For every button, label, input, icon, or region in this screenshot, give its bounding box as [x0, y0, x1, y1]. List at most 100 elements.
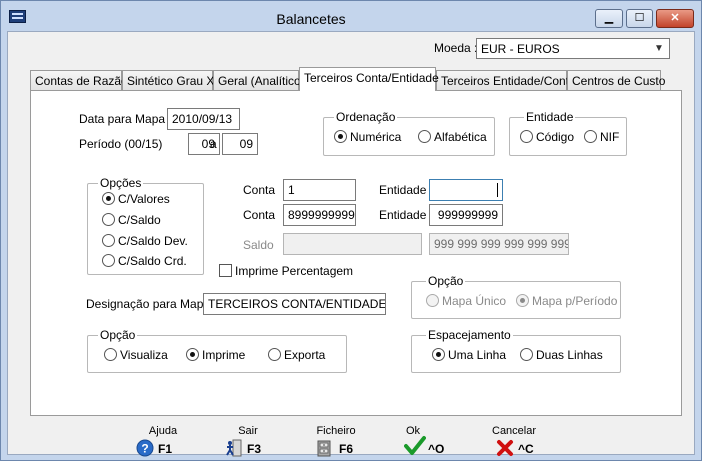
sair-key: F3 — [247, 442, 262, 456]
tab-label: Sintético Grau X — [127, 74, 215, 88]
tab-label: Geral (Analítico) — [218, 74, 305, 88]
mapa-unico-radio[interactable]: Mapa Único — [426, 294, 506, 309]
ordenacao-group: Ordenação Numérica Alfabética — [323, 110, 495, 156]
periodo-separator: a — [210, 137, 217, 151]
ok-button[interactable]: Ok ^O — [386, 425, 446, 459]
radio-dot — [334, 130, 347, 143]
tab-terceiros-entidade-conta[interactable]: Terceiros Entidade/Conta — [436, 70, 576, 90]
chevron-down-icon: ▼ — [654, 43, 664, 54]
ordenacao-numerica-radio[interactable]: Numérica — [334, 130, 401, 145]
ok-key: ^O — [428, 442, 445, 456]
opcao-mapa-group: Opção Mapa Único Mapa p/Período — [411, 274, 621, 319]
radio-label: Mapa p/Período — [532, 294, 618, 308]
saldo-amount-input[interactable]: 999 999 999 999 999 999 — [429, 233, 569, 255]
sair-caption: Sair — [238, 425, 258, 437]
close-button[interactable]: ✕ — [656, 9, 694, 28]
checkmark-icon — [404, 436, 426, 455]
maximize-button[interactable]: ☐ — [626, 9, 653, 28]
periodo-label: Período (00/15) — [79, 137, 163, 151]
data-mapa-label: Data para Mapa — [79, 112, 166, 126]
help-icon: ? — [136, 439, 154, 457]
imprime-radio[interactable]: Imprime — [186, 348, 245, 363]
opcoes-c-saldo-dev-radio[interactable]: C/Saldo Dev. — [102, 234, 188, 249]
tab-label: Terceiros Entidade/Conta — [441, 74, 576, 88]
data-mapa-input[interactable]: 2010/09/13 — [167, 108, 240, 130]
radio-dot — [104, 348, 117, 361]
saldo-input[interactable] — [283, 233, 422, 255]
title-bar[interactable]: Balancetes ▁ ☐ ✕ — [1, 1, 701, 31]
opcoes-title: Opções — [98, 176, 144, 190]
tab-contas-razao[interactable]: Contas de Razão — [30, 70, 128, 90]
radio-label: Alfabética — [434, 130, 487, 144]
ajuda-key: F1 — [158, 442, 173, 456]
conta-to-input[interactable]: 8999999999 — [283, 204, 356, 226]
entidade-nif-radio[interactable]: NIF — [584, 130, 619, 145]
ficheiro-caption: Ficheiro — [316, 425, 356, 437]
cross-icon — [497, 440, 513, 456]
moeda-label: Moeda : — [434, 41, 478, 55]
radio-label: Imprime — [202, 348, 246, 362]
window-title: Balancetes — [276, 11, 346, 27]
client-area: Moeda : EUR - EUROS ▼ Contas de Razão Si… — [7, 31, 695, 457]
opcoes-c-saldo-crd-radio[interactable]: C/Saldo Crd. — [102, 254, 187, 269]
conta-to-label: Conta — [243, 208, 276, 222]
checkbox-label: Imprime Percentagem — [235, 264, 354, 278]
duas-linhas-radio[interactable]: Duas Linhas — [520, 348, 603, 363]
tab-sintetico-grau-x[interactable]: Sintético Grau X — [122, 70, 215, 90]
minimize-icon: ▁ — [604, 12, 614, 24]
tab-geral-analitico[interactable]: Geral (Analítico) — [213, 70, 305, 90]
cancelar-button[interactable]: Cancelar ^C — [486, 425, 556, 459]
radio-dot — [186, 348, 199, 361]
ordenacao-alfabetica-radio[interactable]: Alfabética — [418, 130, 487, 145]
radio-label: C/Saldo Dev. — [118, 234, 188, 248]
cancelar-caption: Cancelar — [492, 425, 537, 437]
moeda-value: EUR - EUROS — [481, 42, 560, 56]
exit-icon — [226, 439, 242, 457]
ficheiro-key: F6 — [339, 442, 354, 456]
moeda-select[interactable]: EUR - EUROS ▼ — [476, 38, 670, 59]
close-icon: ✕ — [670, 12, 680, 24]
text-cursor — [497, 183, 498, 197]
espacamento-group: Espacejamento Uma Linha Duas Linhas — [411, 328, 621, 373]
entidade-from-input[interactable] — [429, 179, 503, 201]
opcao-saida-group: Opção Visualiza Imprime Exporta — [87, 328, 347, 373]
radio-dot — [102, 234, 115, 247]
exporta-radio[interactable]: Exporta — [268, 348, 325, 363]
radio-label: NIF — [600, 130, 620, 144]
radio-label: Mapa Único — [442, 294, 507, 308]
window: Balancetes ▁ ☐ ✕ Moeda : EUR - EUROS ▼ C… — [0, 0, 702, 461]
ficheiro-button[interactable]: Ficheiro F6 — [301, 425, 371, 459]
conta-from-input[interactable]: 1 — [283, 179, 356, 201]
opcoes-group: Opções C/Valores C/Saldo C/Saldo Dev. C/… — [87, 176, 204, 275]
tab-centros-custo[interactable]: Centros de Custo — [567, 70, 665, 90]
checkbox-box — [219, 264, 232, 277]
designacao-label: Designação para Mapa — [86, 297, 211, 311]
opcoes-c-valores-radio[interactable]: C/Valores — [102, 192, 170, 207]
imprime-percentagem-checkbox[interactable]: Imprime Percentagem — [219, 264, 353, 279]
radio-dot — [102, 192, 115, 205]
file-cabinet-icon — [317, 440, 331, 457]
tab-panel: Data para Mapa 2010/09/13 Período (00/15… — [30, 90, 682, 416]
periodo-to-input[interactable]: 09 — [222, 133, 258, 155]
opcao-saida-title: Opção — [98, 328, 138, 342]
ajuda-caption: Ajuda — [148, 425, 178, 437]
tab-terceiros-conta-entidade[interactable]: Terceiros Conta/Entidade — [299, 67, 439, 91]
tab-label: Contas de Razão — [35, 74, 128, 88]
minimize-button[interactable]: ▁ — [595, 9, 623, 28]
designacao-input[interactable]: TERCEIROS CONTA/ENTIDADE — [203, 293, 386, 315]
opcoes-c-saldo-radio[interactable]: C/Saldo — [102, 213, 161, 228]
uma-linha-radio[interactable]: Uma Linha — [432, 348, 506, 363]
mapa-periodo-radio[interactable]: Mapa p/Período — [516, 294, 617, 309]
ajuda-button[interactable]: Ajuda ? F1 — [128, 425, 198, 459]
radio-dot — [268, 348, 281, 361]
entidade-from-label: Entidade — [379, 183, 427, 197]
radio-dot — [520, 348, 533, 361]
radio-label: Exporta — [284, 348, 326, 362]
tab-label: Centros de Custo — [572, 74, 666, 88]
sair-button[interactable]: Sair F3 — [213, 425, 283, 459]
entidade-codigo-radio[interactable]: Código — [520, 130, 574, 145]
radio-dot — [102, 254, 115, 267]
radio-label: C/Saldo — [118, 213, 161, 227]
entidade-to-input[interactable]: 999999999 — [429, 204, 503, 226]
visualiza-radio[interactable]: Visualiza — [104, 348, 168, 363]
